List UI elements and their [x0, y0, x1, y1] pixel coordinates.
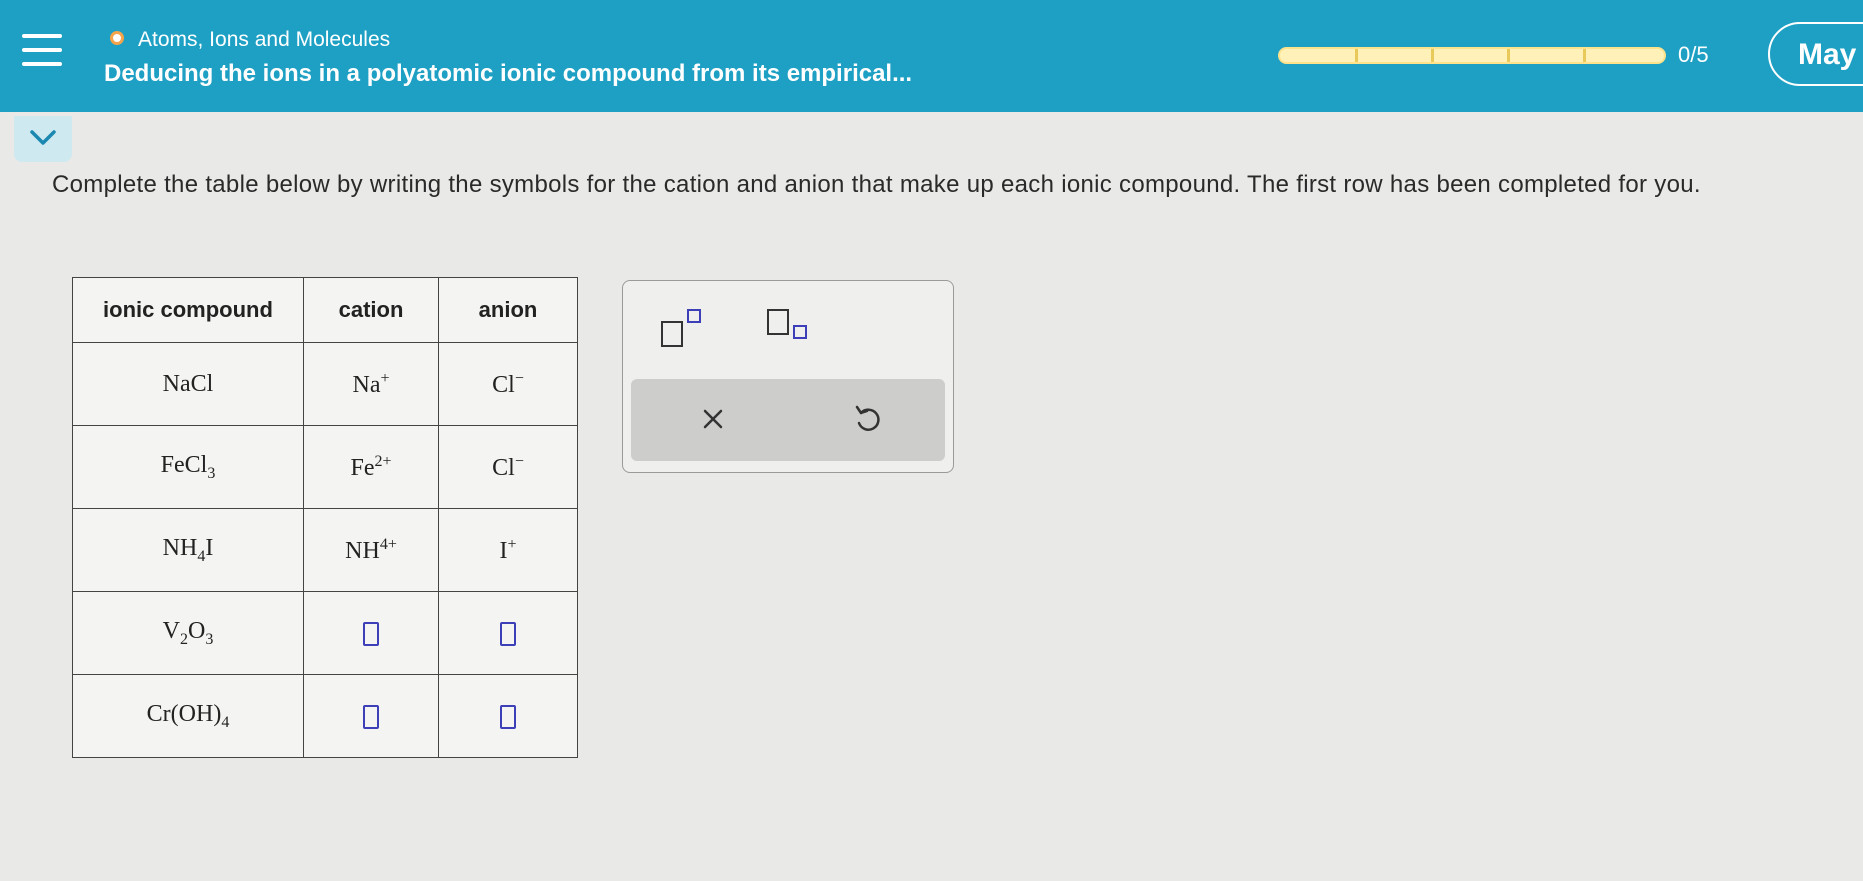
anion-cell: Cl− [438, 342, 578, 426]
math-toolbox [622, 280, 954, 473]
top-header: Atoms, Ions and Molecules Deducing the i… [0, 0, 1863, 112]
progress-count: 0/5 [1678, 42, 1709, 67]
compound-cell: NaCl [72, 342, 304, 426]
chevron-down-icon [30, 130, 56, 145]
progress-bar [1278, 47, 1666, 64]
user-name: May [1798, 38, 1857, 71]
question-instructions: Complete the table below by writing the … [52, 171, 1701, 198]
anion-answer-cell [438, 674, 578, 758]
subscript-tool-button[interactable] [767, 309, 817, 349]
header-anion: anion [438, 277, 578, 343]
collapse-toggle-button[interactable] [14, 116, 72, 162]
compound-cell: V2O3 [72, 591, 304, 675]
lesson-title: Deducing the ions in a polyatomic ionic … [104, 60, 913, 87]
header-cation: cation [303, 277, 439, 343]
user-menu-button[interactable]: May [1768, 22, 1863, 86]
anion-answer-input[interactable] [500, 621, 516, 646]
superscript-tool-button[interactable] [661, 309, 711, 349]
ion-table: ionic compound cation anion NaCl Na+ Cl−… [72, 277, 578, 758]
hamburger-menu-icon[interactable] [22, 34, 62, 68]
header-ionic-compound: ionic compound [72, 277, 304, 343]
table-row: Cr(OH)4 [72, 674, 578, 758]
compound-cell: Cr(OH)4 [72, 674, 304, 758]
topic-label: Atoms, Ions and Molecules [138, 28, 391, 51]
anion-answer-cell [438, 591, 578, 675]
cation-answer-input[interactable] [363, 621, 379, 646]
table-header-row: ionic compound cation anion [72, 277, 578, 343]
anion-cell: I+ [438, 508, 578, 592]
table-row: NaCl Na+ Cl− [72, 342, 578, 426]
cation-cell: Fe2+ [303, 425, 439, 509]
cation-cell: Na+ [303, 342, 439, 426]
topic-status-icon [110, 31, 124, 45]
compound-cell: FeCl3 [72, 425, 304, 509]
anion-cell: Cl− [438, 425, 578, 509]
undo-button[interactable] [849, 401, 885, 437]
close-icon [703, 409, 723, 429]
toolbox-action-bar [631, 379, 945, 461]
undo-icon [855, 405, 880, 431]
table-row: V2O3 [72, 591, 578, 675]
anion-answer-input[interactable] [500, 704, 516, 729]
table-row: FeCl3 Fe2+ Cl− [72, 425, 578, 509]
clear-button[interactable] [695, 401, 731, 437]
cation-answer-cell [303, 674, 439, 758]
cation-answer-input[interactable] [363, 704, 379, 729]
cation-answer-cell [303, 591, 439, 675]
table-row: NH4I NH4+ I+ [72, 508, 578, 592]
cation-cell: NH4+ [303, 508, 439, 592]
compound-cell: NH4I [72, 508, 304, 592]
